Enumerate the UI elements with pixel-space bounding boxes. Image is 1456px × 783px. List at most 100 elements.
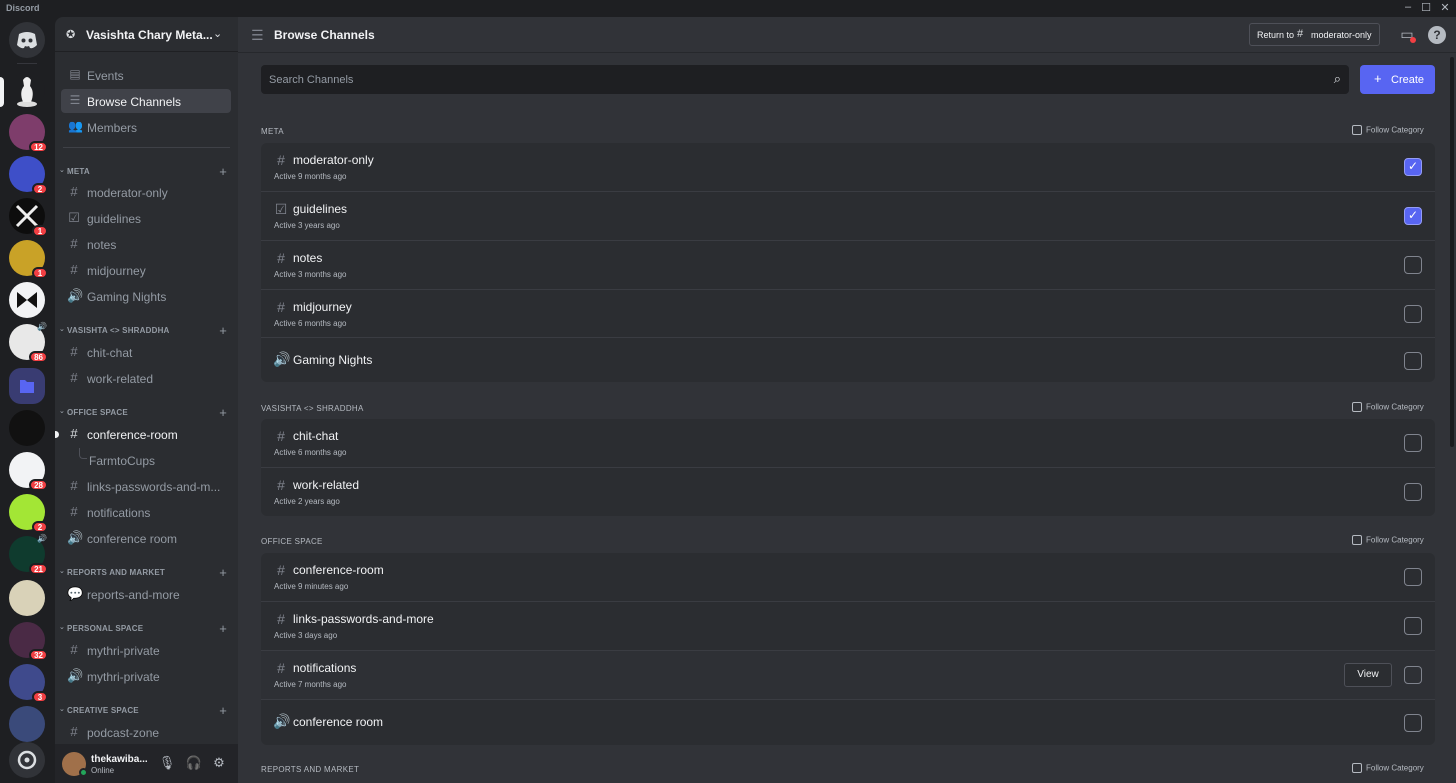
follow-category-checkbox[interactable]: Follow Category: [1352, 125, 1424, 135]
add-channel-icon[interactable]: +: [219, 703, 227, 718]
guild-name: Vasishta Chary Meta...: [86, 28, 213, 42]
category-meta[interactable]: ⌄ META +: [59, 164, 233, 179]
channel-row[interactable]: ☑ guidelines Active 3 years ago ✓: [261, 191, 1435, 240]
members-icon: 👥: [68, 119, 83, 133]
channel-notes[interactable]: # notes: [61, 232, 231, 256]
channel-row[interactable]: # midjourney Active 6 months ago: [261, 289, 1435, 337]
server-icon[interactable]: [9, 580, 45, 616]
server-icon[interactable]: 2: [9, 494, 48, 533]
help-icon[interactable]: ?: [1428, 26, 1446, 44]
server-icon[interactable]: 2: [9, 156, 48, 195]
server-icon[interactable]: [9, 282, 45, 318]
category-creative-space[interactable]: ⌄ CREATIVE SPACE +: [59, 703, 233, 718]
server-folder[interactable]: [9, 368, 45, 404]
bowtie-icon: [17, 292, 37, 308]
hashtag-icon: #: [70, 184, 78, 199]
chevron-down-icon: ⌄: [59, 326, 66, 333]
channel-checkbox[interactable]: [1404, 352, 1422, 370]
divider: [63, 147, 230, 148]
follow-category-checkbox[interactable]: Follow Category: [1352, 402, 1424, 412]
microphone-icon[interactable]: 🎙: [158, 755, 176, 771]
thread-farmtocups[interactable]: FarmtoCups: [61, 448, 231, 472]
username[interactable]: thekawiba...: [91, 754, 148, 765]
hashtag-icon: #: [70, 478, 78, 493]
add-channel-icon[interactable]: +: [219, 405, 227, 420]
channel-checkbox[interactable]: [1404, 434, 1422, 452]
search-channels-input[interactable]: Search Channels ⌕: [261, 65, 1349, 94]
channel-gaming-nights[interactable]: 🔊 Gaming Nights: [61, 284, 231, 308]
guild-header[interactable]: ✪ Vasishta Chary Meta... ⌄: [55, 17, 238, 52]
channel-row[interactable]: # notifications Active 7 months ago View: [261, 650, 1435, 699]
server-icon[interactable]: 1: [9, 198, 48, 237]
add-channel-icon[interactable]: +: [219, 323, 227, 338]
server-icon[interactable]: 🔊 86: [9, 322, 48, 363]
channel-row[interactable]: # work-related Active 2 years ago: [261, 467, 1435, 516]
channel-checkbox[interactable]: [1404, 568, 1422, 586]
category-label: OFFICE SPACE: [67, 408, 128, 417]
channel-row[interactable]: # moderator-only Active 9 months ago ✓: [261, 143, 1435, 191]
channel-podcast-zone[interactable]: # podcast-zone: [61, 720, 231, 744]
direct-messages-button[interactable]: [9, 22, 45, 58]
minimize-button[interactable]: –: [1398, 1, 1418, 13]
settings-gear-icon[interactable]: ⚙: [210, 755, 228, 771]
follow-category-checkbox[interactable]: Follow Category: [1352, 535, 1424, 545]
channel-conference-room[interactable]: # conference-room: [55, 422, 231, 446]
view-channel-button[interactable]: View: [1344, 663, 1392, 687]
channel-notifications[interactable]: # notifications: [61, 500, 231, 524]
category-vasishta-shraddha[interactable]: ⌄ VASISHTA <> SHRADDHA +: [59, 323, 233, 338]
channel-sidebar: ✪ Vasishta Chary Meta... ⌄ ▤ Events ☰ Br…: [55, 17, 238, 783]
server-icon[interactable]: [9, 410, 45, 446]
channel-midjourney[interactable]: # midjourney: [61, 258, 231, 282]
server-icon[interactable]: 32: [9, 622, 48, 661]
nav-events[interactable]: ▤ Events: [61, 63, 231, 87]
channel-checkbox[interactable]: ✓: [1404, 207, 1422, 225]
channel-work-related[interactable]: # work-related: [61, 366, 231, 390]
channel-guidelines[interactable]: ☑ guidelines: [61, 206, 231, 230]
scrollbar[interactable]: [1450, 57, 1454, 447]
category-reports-and-market[interactable]: ⌄ REPORTS AND MARKET +: [59, 565, 233, 580]
discover-button[interactable]: [9, 742, 45, 778]
channel-checkbox[interactable]: [1404, 483, 1422, 501]
close-button[interactable]: ✕: [1435, 1, 1455, 14]
nav-browse-channels[interactable]: ☰ Browse Channels: [61, 89, 231, 113]
channel-row[interactable]: 🔊 conference room: [261, 699, 1435, 745]
headphones-icon[interactable]: 🎧: [185, 755, 203, 771]
add-channel-icon[interactable]: +: [219, 164, 227, 179]
server-icon[interactable]: 🔊 21: [9, 534, 48, 575]
category-office-space[interactable]: ⌄ OFFICE SPACE +: [59, 405, 233, 420]
channel-row[interactable]: 🔊 Gaming Nights: [261, 337, 1435, 382]
follow-category-checkbox[interactable]: Follow Category: [1352, 763, 1424, 773]
channel-checkbox[interactable]: [1404, 617, 1422, 635]
server-icon[interactable]: 3: [9, 664, 48, 703]
add-channel-icon[interactable]: +: [219, 565, 227, 580]
channel-checkbox[interactable]: [1404, 256, 1422, 274]
channel-checkbox[interactable]: [1404, 714, 1422, 732]
channel-mythri-private[interactable]: # mythri-private: [61, 638, 231, 662]
server-icon[interactable]: 1: [9, 240, 48, 279]
channel-row[interactable]: # notes Active 3 months ago: [261, 240, 1435, 289]
channel-checkbox[interactable]: [1404, 305, 1422, 323]
category-label: META: [67, 167, 90, 176]
return-to-channel-button[interactable]: Return to # moderator-only: [1249, 23, 1380, 46]
channel-row[interactable]: # conference-room Active 9 minutes ago: [261, 553, 1435, 601]
server-icon[interactable]: [9, 72, 45, 108]
channel-conference-room-voice[interactable]: 🔊 conference room: [61, 526, 231, 550]
maximize-button[interactable]: ☐: [1416, 1, 1436, 14]
channel-mythri-private-voice[interactable]: 🔊 mythri-private: [61, 664, 231, 688]
channel-checkbox[interactable]: ✓: [1404, 158, 1422, 176]
add-channel-icon[interactable]: +: [219, 621, 227, 636]
category-personal-space[interactable]: ⌄ PERSONAL SPACE +: [59, 621, 233, 636]
server-icon[interactable]: [9, 706, 45, 742]
channel-row[interactable]: # chit-chat Active 6 months ago: [261, 419, 1435, 467]
server-icon[interactable]: 28: [9, 452, 48, 491]
channel-moderator-only[interactable]: # moderator-only: [61, 180, 231, 204]
channel-checkbox[interactable]: [1404, 666, 1422, 684]
nav-members[interactable]: 👥 Members: [61, 115, 231, 139]
create-channel-button[interactable]: + Create: [1360, 65, 1435, 94]
channel-chit-chat[interactable]: # chit-chat: [61, 340, 231, 364]
channel-reports-and-more[interactable]: 💬 reports-and-more: [61, 582, 231, 606]
hashtag-icon: #: [70, 344, 78, 359]
channel-links-passwords[interactable]: # links-passwords-and-m...: [61, 474, 231, 498]
channel-row[interactable]: # links-passwords-and-more Active 3 days…: [261, 601, 1435, 650]
server-icon[interactable]: 12: [9, 114, 48, 153]
